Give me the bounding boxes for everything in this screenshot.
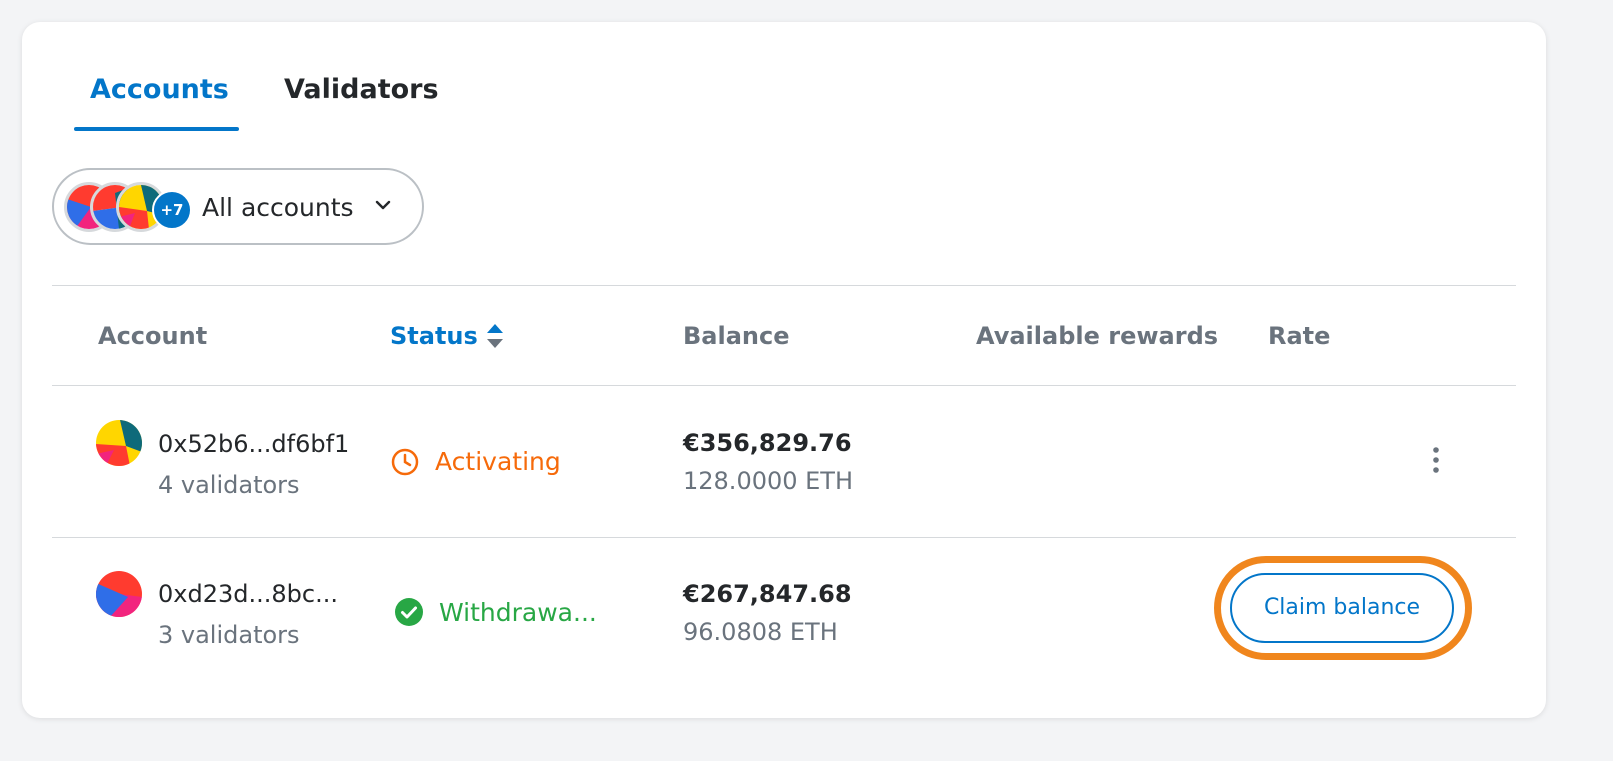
account-selector[interactable]: +7 All accounts <box>52 168 424 245</box>
tab-accounts[interactable]: Accounts <box>90 72 229 108</box>
clock-icon <box>391 448 419 476</box>
account-address[interactable]: 0x52b6...df6bf1 <box>158 428 349 460</box>
tab-validators[interactable]: Validators <box>284 72 439 108</box>
sort-icon[interactable] <box>486 322 504 350</box>
column-header-rewards: Available rewards <box>976 322 1219 350</box>
check-circle-icon <box>395 598 423 626</box>
chevron-down-icon <box>375 200 391 210</box>
balance-fiat: €267,847.68 <box>683 580 852 608</box>
column-header-balance: Balance <box>683 322 790 350</box>
balance-eth: 128.0000 ETH <box>683 467 854 495</box>
claim-balance-button[interactable]: Claim balance <box>1230 573 1454 643</box>
divider <box>52 385 1516 386</box>
divider <box>52 285 1516 286</box>
active-tab-indicator <box>74 127 239 131</box>
more-options-icon[interactable] <box>1424 444 1448 476</box>
balance-eth: 96.0808 ETH <box>683 618 838 646</box>
avatar-stack: +7 <box>64 182 194 232</box>
column-header-rate: Rate <box>1268 322 1331 350</box>
avatar <box>96 571 142 617</box>
divider <box>52 537 1516 538</box>
status-label: Withdrawa... <box>439 598 597 627</box>
more-accounts-badge: +7 <box>152 190 192 230</box>
account-selector-label: All accounts <box>202 193 354 222</box>
column-header-status[interactable]: Status <box>390 320 478 352</box>
validator-count: 3 validators <box>158 621 300 649</box>
validator-count: 4 validators <box>158 471 300 499</box>
column-header-account: Account <box>98 322 208 350</box>
status-label: Activating <box>435 447 561 476</box>
balance-fiat: €356,829.76 <box>683 429 852 457</box>
account-address[interactable]: 0xd23d...8bc... <box>158 578 338 610</box>
avatar <box>96 420 142 466</box>
